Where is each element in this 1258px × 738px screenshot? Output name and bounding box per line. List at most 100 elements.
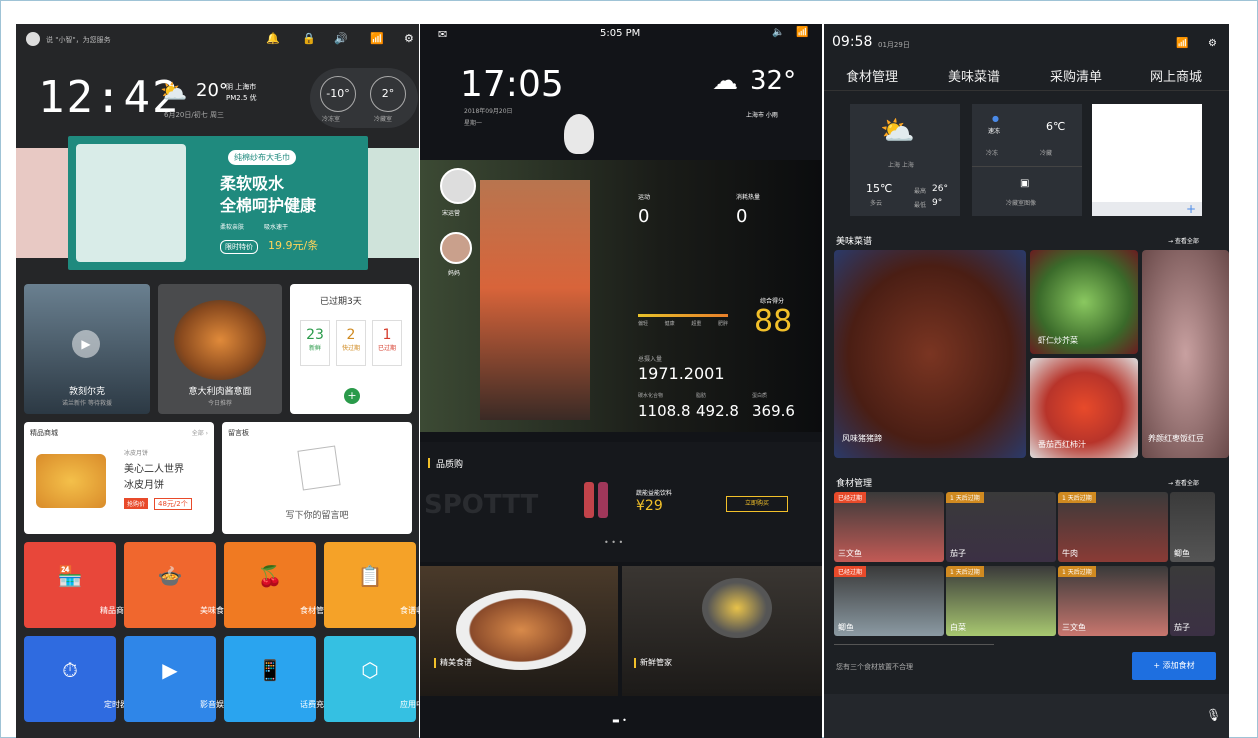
pager-dots[interactable]: • • • — [604, 538, 623, 547]
quick-tile[interactable]: ▶ 影音娱乐 — [124, 636, 232, 722]
blank-widget[interactable]: + — [1092, 104, 1202, 216]
drink-bottle-2 — [598, 482, 608, 518]
fridge-image-button[interactable]: 冷藏室图像 — [1006, 198, 1036, 207]
home-screen-panel: 说 "小智"，为您服务 🔔 🔒 🔊 📶 ⚙ 12:42 ⛅ 20° 阴 上海市 … — [16, 24, 419, 738]
weather-widget[interactable]: ⛅ 上海 上海 15℃ 多云 最高 26° 最低 9° — [850, 104, 960, 216]
recipe-name: 番茄西红柿汁 — [1038, 440, 1086, 449]
user-avatar-1[interactable] — [440, 168, 476, 204]
quick-tile[interactable]: ⏱ 定时器 — [24, 636, 128, 722]
food-name: 鲫鱼 — [838, 623, 854, 632]
memo-hint: 写下你的留言吧 — [285, 511, 349, 521]
volume-icon[interactable]: 🔈 — [772, 27, 784, 38]
quick-tile[interactable]: 🍒 食材管理 — [224, 542, 332, 628]
bmi-bar — [638, 314, 728, 317]
food-item[interactable]: 已经过期 三文鱼 — [834, 492, 944, 562]
expiry-tag: 已经过期 — [834, 566, 867, 577]
quick-tile[interactable]: 📱 话费充值 — [224, 636, 332, 722]
buy-button[interactable]: 立即购买 — [726, 496, 788, 512]
tab-mall[interactable]: 网上商城 — [1150, 66, 1202, 85]
tab-shopping[interactable]: 采购清单 — [1050, 66, 1102, 85]
add-widget-button[interactable]: + — [1186, 202, 1196, 216]
lock-icon[interactable]: 🔒 — [302, 32, 316, 45]
date: 2018年09月20日 — [464, 108, 513, 115]
rain-cloud-icon: ☁ — [712, 66, 738, 96]
food-item[interactable]: 已经过期鲫鱼 — [834, 566, 944, 636]
quick-tile-icon: 🍲 — [157, 564, 183, 588]
page-indicator[interactable]: ▬ • — [612, 716, 627, 725]
snowflake-icon: ● — [992, 114, 999, 123]
banner-tag: 纯棉纱布大毛巾 — [228, 150, 296, 165]
avatar[interactable] — [26, 32, 40, 46]
volume-icon[interactable]: 🔊 — [334, 32, 348, 45]
bell-icon[interactable]: 🔔 — [266, 32, 280, 45]
quick-tile[interactable]: ⬡ 应用中心 — [324, 636, 419, 722]
intake-value: 1971.2001 — [638, 364, 725, 383]
shop-card[interactable]: 精品商城 全部 › 冰皮月饼 美心二人世界 冰皮月饼 抢购价 48元/2个 — [24, 422, 214, 534]
user-avatar-2[interactable] — [440, 232, 472, 264]
shop-buy[interactable]: 抢购价 — [124, 498, 149, 509]
recipe-card[interactable]: 精美食谱 — [420, 566, 618, 696]
recipes-more[interactable]: → 查看全部 — [1168, 236, 1199, 245]
recipe-small-1[interactable]: 虾仁炒芥菜 — [1030, 250, 1138, 354]
wifi-icon[interactable]: 📶 — [1176, 38, 1188, 49]
recipe-title: 意大利肉酱意面 — [188, 387, 252, 397]
high-label: 最高 — [914, 188, 927, 195]
memo-card[interactable]: 留言板 写下你的留言吧 — [222, 422, 412, 534]
video-card[interactable]: ▶ 敦刻尔克 诺兰新作 等待救援 — [24, 284, 150, 414]
expiry-tag: 1 天后过期 — [946, 492, 984, 503]
recipe-name: 虾仁炒芥菜 — [1038, 336, 1078, 345]
towel-image — [76, 144, 186, 262]
wifi-icon[interactable]: 📶 — [796, 27, 808, 38]
low-label: 最低 — [914, 202, 927, 209]
expiry-card[interactable]: 已过期3天 23 新鲜 2 快过期 1 已过期 + — [290, 284, 412, 414]
tab-food[interactable]: 食材管理 — [846, 66, 898, 85]
wifi-icon[interactable]: 📶 — [370, 32, 384, 45]
calorie-label: 消耗热量 — [736, 194, 761, 201]
calorie-value: 0 — [736, 206, 748, 227]
shop-title: 品质购 — [436, 460, 464, 470]
status-bar: 说 "小智"，为您服务 🔔 🔒 🔊 📶 ⚙ — [26, 32, 414, 52]
food-item[interactable]: 1 天后过期 三文鱼 — [1058, 566, 1168, 636]
user-name-1: 宋运营 — [442, 210, 461, 217]
microphone-icon[interactable]: 🎙 — [1206, 708, 1221, 722]
food-item[interactable]: 1 天后过期 茄子 — [946, 492, 1056, 562]
recipe-big[interactable]: 风味猪猪蹄 — [834, 250, 1026, 458]
carb-value: 1108.8 — [638, 402, 691, 420]
add-food-button[interactable]: + 添加食材 — [1132, 652, 1216, 680]
recipe-subtitle: 今日推荐 — [207, 400, 232, 407]
score: 88 — [754, 304, 793, 339]
shop-more[interactable]: 全部 › — [192, 428, 208, 437]
fridge-mode: 速冻 — [988, 128, 1001, 135]
promo-banner[interactable]: 纯棉纱布大毛巾 柔软吸水 全棉呵护健康 柔软亲肤 吸水速干 限时特价 19.9元… — [68, 136, 368, 270]
quick-tile-icon: ▶ — [162, 658, 178, 682]
camera-icon[interactable]: ▣ — [1020, 178, 1029, 189]
add-button[interactable]: + — [344, 388, 360, 404]
weather-city: 上海 上海 — [888, 162, 914, 169]
food-item[interactable]: 1 天后过期 牛肉 — [1058, 492, 1168, 562]
tab-recipes[interactable]: 美味菜谱 — [948, 66, 1000, 85]
robot-mascot-icon — [564, 114, 594, 154]
quick-tile[interactable]: 📋 食谱收藏 — [324, 542, 419, 628]
recipe-card[interactable]: 意大利肉酱意面 今日推荐 — [158, 284, 282, 414]
quick-tile[interactable]: 🏪 精品商城 — [24, 542, 132, 628]
recipe-small-2[interactable]: 番茄西红柿汁 — [1030, 358, 1138, 458]
food-item[interactable]: 茄子 — [1170, 566, 1215, 636]
recipe-tall[interactable]: 养颜红枣饭红豆 — [1142, 250, 1229, 458]
fresh-manager-card[interactable]: 新鲜管家 — [622, 566, 822, 696]
quick-tile[interactable]: 🍲 美味食谱 — [124, 542, 232, 628]
play-icon[interactable]: ▶ — [72, 330, 100, 358]
pm25: PM2.5 优 — [226, 94, 257, 102]
gear-icon[interactable]: ⚙ — [1208, 38, 1217, 49]
fridge-temp-widget[interactable]: -10° 冷冻室 2° 冷藏室 — [310, 68, 418, 128]
mail-icon[interactable]: ✉ — [438, 28, 447, 41]
temperature: 32° — [750, 66, 797, 96]
food-item[interactable]: 鲫鱼 — [1170, 492, 1215, 562]
quick-tile-label: 食谱收藏 — [400, 606, 419, 615]
fridge-widget[interactable]: ● 速冻 6℃ 冷冻 冷藏 ▣ 冷藏室图像 — [972, 104, 1082, 216]
voice-hint: 说 "小智"，为您服务 — [46, 36, 111, 44]
food-item[interactable]: 1 天后过期 白菜 — [946, 566, 1056, 636]
temperature: 20° — [196, 80, 228, 101]
banner-price: 19.9元/条 — [268, 239, 319, 252]
gear-icon[interactable]: ⚙ — [404, 32, 414, 45]
food-more[interactable]: → 查看全部 — [1168, 478, 1199, 487]
